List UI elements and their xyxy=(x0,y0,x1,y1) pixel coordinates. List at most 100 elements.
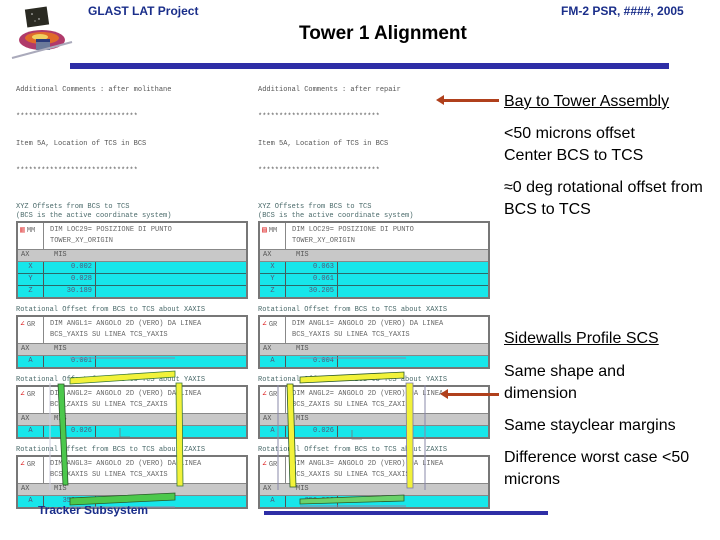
axis-cell: X xyxy=(260,262,286,273)
column-header-measured: MIS xyxy=(54,345,67,353)
axis-cell: X xyxy=(18,262,44,273)
bullet-difference: Difference worst case <50 microns xyxy=(504,449,690,488)
axis-cell: Z xyxy=(18,286,44,297)
description-line: TOWER_XY_ORIGIN xyxy=(50,237,114,245)
measurement-table: ▤ MM DIM LOC29= POSIZIONE DI PUNTO TOWER_XY… xyxy=(258,221,490,299)
table-row: Z 30.205 xyxy=(260,286,488,297)
table-row: Z 30.189 xyxy=(18,286,246,297)
column-header-row: AX MIS xyxy=(18,250,246,262)
table-row: Y 0.028 xyxy=(18,274,246,286)
glast-logo xyxy=(8,6,76,62)
value-cell: 30.189 xyxy=(44,286,96,297)
bullet-stayclear: Same stayclear margins xyxy=(504,417,676,434)
sidewall-bottom xyxy=(69,492,176,506)
block-caption: Rotational Offset from BCS to TCS about … xyxy=(258,306,448,314)
dimension-type-cell: ▥ MM xyxy=(18,223,44,249)
value-cell: 30.205 xyxy=(286,286,338,297)
description-line: TOWER_XY_ORIGIN xyxy=(292,237,356,245)
block-caption: XYZ Offsets from BCS to TCS xyxy=(258,203,372,211)
measurement-block: XYZ Offsets from BCS to TCS (BCS is the a… xyxy=(16,203,248,299)
table-row: Y 0.061 xyxy=(260,274,488,286)
value-cell: 0.061 xyxy=(286,274,338,285)
unit-label: GR xyxy=(26,321,36,329)
description-line: BCS_YAXIS SU LINEA TCS_YAXIS xyxy=(50,331,168,339)
location-icon: ▥ xyxy=(20,226,25,235)
page-title: Tower 1 Alignment xyxy=(299,23,467,44)
angle-icon: ∠ xyxy=(20,460,25,469)
description-line: DIM ANGL1= ANGOLO 2D (VERO) DA LINEA xyxy=(292,320,444,328)
dimension-type-cell: ∠ GR xyxy=(18,317,44,343)
column-header-measured: MIS xyxy=(296,251,309,259)
sidewall-left xyxy=(286,383,297,488)
bullet-rotation: ≈0 deg rotational offset from BCS to TCS xyxy=(504,179,703,218)
dimension-header: ∠ GR DIM ANGL1= ANGOLO 2D (VERO) DA LINEA B… xyxy=(18,317,246,344)
table-row: X 0.063 xyxy=(260,262,488,274)
axis-cell: Y xyxy=(18,274,44,285)
origin-axes-icon xyxy=(351,430,362,440)
comment-line: Item 5A, Location of TCS in BCS xyxy=(16,140,147,148)
unit-label: GR xyxy=(268,321,278,329)
dimension-description: DIM LOC29= POSIZIONE DI PUNTO TOWER_XY_OR… xyxy=(44,223,246,249)
description-line: DIM ANGL1= ANGOLO 2D (VERO) DA LINEA xyxy=(50,320,202,328)
value-cell: 0.028 xyxy=(44,274,96,285)
description-line: DIM LOC29= POSIZIONE DI PUNTO xyxy=(292,226,414,234)
angle-icon: ∠ xyxy=(262,320,267,329)
footer-divider xyxy=(264,511,548,515)
sidewall-top xyxy=(299,371,405,384)
separator-line: ***************************** xyxy=(258,113,380,121)
sidewall-profile-before xyxy=(49,357,184,508)
unit-label: GR xyxy=(26,461,36,469)
glast-satellite-logo-icon xyxy=(11,6,73,59)
project-name: GLAST LAT Project xyxy=(88,4,199,18)
arrow-left-bottom-icon xyxy=(440,389,499,399)
bay-to-tower-heading: Bay to Tower Assembly xyxy=(504,93,670,110)
arrow-left-top-icon xyxy=(436,95,499,105)
block-caption: Rotational Offset from BCS to TCS about … xyxy=(16,306,206,314)
dimension-header: ▤ MM DIM LOC29= POSIZIONE DI PUNTO TOWER_XY… xyxy=(260,223,488,250)
sidewall-right xyxy=(175,382,184,487)
table-row: X 0.002 xyxy=(18,262,246,274)
sidewalls-heading: Sidewalls Profile SCS xyxy=(504,330,659,347)
angle-icon: ∠ xyxy=(262,460,267,469)
origin-axes-icon xyxy=(119,428,130,438)
bullet-offset: <50 microns offset Center BCS to TCS xyxy=(504,125,644,164)
measurement-table: ▥ MM DIM LOC29= POSIZIONE DI PUNTO TOWER_XY… xyxy=(16,221,248,299)
block-caption: (BCS is the active coordinate system) xyxy=(258,212,414,220)
description-line: DIM LOC29= POSIZIONE DI PUNTO xyxy=(50,226,172,234)
separator-line: ***************************** xyxy=(16,113,138,121)
column-header-axis: AX xyxy=(21,251,30,259)
measurement-block: XYZ Offsets from BCS to TCS (BCS is the a… xyxy=(258,203,490,299)
dimension-header: ∠ GR DIM ANGL1= ANGOLO 2D (VERO) DA LINEA B… xyxy=(260,317,488,344)
unit-label: MM xyxy=(268,227,278,235)
report-comments: Additional Comments : after repair *****… xyxy=(258,68,490,194)
bullet-shape: Same shape and dimension xyxy=(504,363,625,402)
value-cell: 0.002 xyxy=(44,262,96,273)
separator-line: ***************************** xyxy=(16,167,138,175)
sidewall-left xyxy=(57,383,69,486)
value-cell: 0.063 xyxy=(286,262,338,273)
comment-line: Item 5A, Location of TCS in BCS xyxy=(258,140,389,148)
dimension-type-cell: ▤ MM xyxy=(260,223,286,249)
axis-cell: Z xyxy=(260,286,286,297)
report-comments: Additional Comments : after molithane **… xyxy=(16,68,248,194)
location-icon: ▤ xyxy=(262,226,267,235)
angle-icon: ∠ xyxy=(262,390,267,399)
block-caption: XYZ Offsets from BCS to TCS xyxy=(16,203,130,211)
footer-subsystem: Tracker Subsystem xyxy=(38,506,149,517)
sidewall-right xyxy=(405,382,414,489)
sidewall-bottom xyxy=(299,494,405,505)
comment-line: Additional Comments : after molithane xyxy=(16,86,172,94)
column-header-row: AX MIS xyxy=(260,250,488,262)
angle-icon: ∠ xyxy=(20,390,25,399)
column-header-measured: MIS xyxy=(296,345,309,353)
dimension-description: DIM LOC29= POSIZIONE DI PUNTO TOWER_XY_OR… xyxy=(286,223,488,249)
document-reference: FM-2 PSR, ####, 2005 xyxy=(561,4,684,18)
separator-line: ***************************** xyxy=(258,167,380,175)
column-header-axis: AX xyxy=(21,345,30,353)
axis-cell: Y xyxy=(260,274,286,285)
unit-label: GR xyxy=(26,391,36,399)
block-caption: (BCS is the active coordinate system) xyxy=(16,212,172,220)
unit-label: MM xyxy=(26,227,36,235)
angle-icon: ∠ xyxy=(20,320,25,329)
comment-line: Additional Comments : after repair xyxy=(258,86,401,94)
